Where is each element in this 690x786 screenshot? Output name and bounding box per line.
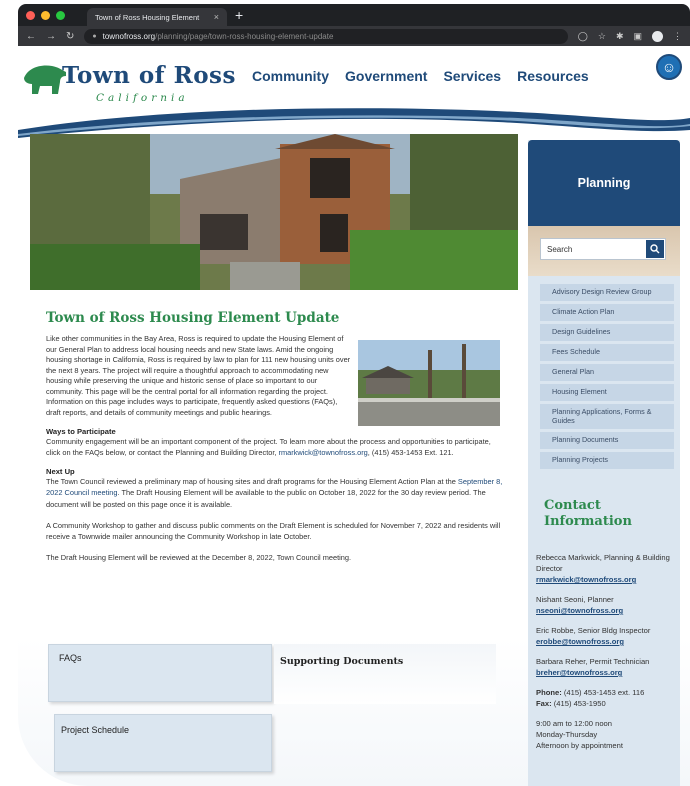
- phone-number: (415) 453-1453 ext. 116: [563, 688, 645, 697]
- hours-line-3: Afternoon by appointment: [536, 741, 623, 750]
- phone-label: Phone:: [536, 688, 562, 697]
- browser-tab[interactable]: Town of Ross Housing Element ×: [87, 8, 227, 26]
- fax-number: (415) 453-1950: [553, 699, 606, 708]
- contact-name: Eric Robbe, Senior Bldg Inspector: [536, 626, 651, 635]
- extensions-icon[interactable]: ✱: [616, 31, 624, 42]
- tab-bar: Town of Ross Housing Element × +: [18, 4, 690, 26]
- hours-line-1: 9:00 am to 12:00 noon: [536, 719, 612, 728]
- reload-icon[interactable]: ↻: [66, 31, 74, 42]
- search-placeholder: Search: [547, 244, 573, 254]
- browser-actions: ◯ ☆ ✱ ▣ ⋮: [578, 30, 682, 42]
- tab-close-icon[interactable]: ×: [214, 12, 219, 22]
- workshop-paragraph: A Community Workshop to gather and discu…: [46, 520, 501, 541]
- nav-community[interactable]: Community: [252, 68, 329, 84]
- intro-paragraph: Like other communities in the Bay Area, …: [46, 334, 351, 417]
- minimize-window-icon[interactable]: [41, 10, 50, 20]
- faqs-accordion[interactable]: FAQs: [48, 644, 272, 702]
- contact-name: Barbara Reher, Permit Technician: [536, 657, 650, 666]
- menu-planning-projects[interactable]: Planning Projects: [540, 452, 674, 470]
- nav-resources[interactable]: Resources: [517, 68, 589, 84]
- menu-advisory-design-review[interactable]: Advisory Design Review Group: [540, 284, 674, 301]
- web-page: Town of Ross California Community Govern…: [18, 46, 690, 786]
- supporting-documents-section: Supporting Documents: [274, 644, 496, 704]
- menu-housing-element[interactable]: Housing Element: [540, 384, 674, 401]
- ways-phone: , (415) 453-1453 Ext. 121.: [367, 448, 454, 458]
- main-content: Town of Ross Housing Element Update Like…: [46, 310, 506, 563]
- browser-chrome: Town of Ross Housing Element × + ← → ↻ ●…: [18, 4, 690, 46]
- contact-heading: Contact Information: [544, 498, 632, 531]
- planning-menu: Advisory Design Review Group Climate Act…: [540, 284, 674, 472]
- phone-fax: Phone: (415) 453-1453 ext. 116 Fax: (415…: [536, 687, 676, 709]
- review-paragraph: The Draft Housing Element will be review…: [46, 552, 352, 562]
- close-window-icon[interactable]: [26, 10, 35, 20]
- url-domain: townofross.org: [102, 31, 156, 41]
- contact-name: Rebecca Markwick, Planning & Building Di…: [536, 553, 670, 573]
- contact-item: Barbara Reher, Permit Technician breher@…: [536, 656, 676, 678]
- street-photo: [358, 340, 500, 426]
- ways-email-link[interactable]: rmarkwick@townofross.org: [279, 448, 368, 457]
- contact-email-link[interactable]: rmarkwick@townofross.org: [536, 575, 636, 584]
- contact-item: Nishant Seoni, Planner nseoni@townofross…: [536, 594, 676, 616]
- contact-email-link[interactable]: breher@townofross.org: [536, 668, 622, 677]
- menu-climate-action-plan[interactable]: Climate Action Plan: [540, 304, 674, 321]
- contact-item: Eric Robbe, Senior Bldg Inspector erobbe…: [536, 625, 676, 647]
- lock-icon: ●: [92, 32, 97, 40]
- contact-email-link[interactable]: erobbe@townofross.org: [536, 637, 624, 646]
- forward-icon[interactable]: →: [46, 31, 56, 42]
- toolbar: ← → ↻ ● townofross.org /planning/page/to…: [18, 26, 690, 46]
- planning-heading: Planning: [528, 140, 680, 226]
- next-up-heading: Next Up: [46, 467, 75, 477]
- profile-avatar[interactable]: [652, 30, 663, 42]
- office-hours: 9:00 am to 12:00 noon Monday-Thursday Af…: [536, 718, 676, 751]
- menu-planning-documents[interactable]: Planning Documents: [540, 432, 674, 450]
- project-schedule-accordion[interactable]: Project Schedule: [54, 714, 272, 772]
- window-controls: [26, 10, 65, 20]
- maximize-window-icon[interactable]: [56, 10, 65, 20]
- nav-services[interactable]: Services: [443, 68, 501, 84]
- bookmark-star-icon[interactable]: ☆: [598, 31, 606, 42]
- url-path: /planning/page/town-ross-housing-element…: [155, 31, 334, 41]
- menu-kebab-icon[interactable]: ⋮: [673, 31, 682, 42]
- sidebar-toggle-icon[interactable]: ▣: [633, 31, 642, 42]
- accessibility-icon[interactable]: ☺: [656, 54, 682, 80]
- share-icon[interactable]: ◯: [578, 31, 588, 42]
- supporting-documents-heading: Supporting Documents: [280, 656, 404, 667]
- logo-title: Town of Ross: [62, 62, 236, 89]
- contact-list: Rebecca Markwick, Planning & Building Di…: [536, 552, 676, 760]
- sidebar: Planning Search Advisory Design Review G…: [528, 140, 680, 786]
- contact-item: Rebecca Markwick, Planning & Building Di…: [536, 552, 676, 585]
- hours-line-2: Monday-Thursday: [536, 730, 598, 739]
- menu-planning-applications[interactable]: Planning Applications, Forms & Guides: [540, 404, 674, 430]
- ways-heading: Ways to Participate: [46, 427, 116, 437]
- contact-heading-line-2: Information: [544, 514, 632, 530]
- address-bar[interactable]: ● townofross.org /planning/page/town-ros…: [84, 28, 568, 44]
- ways-paragraph: Community engagement will be an importan…: [46, 436, 506, 458]
- next-up-paragraph: The Town Council reviewed a preliminary …: [46, 476, 506, 509]
- contact-name: Nishant Seoni, Planner: [536, 595, 614, 604]
- logo-subtitle: California: [96, 92, 189, 104]
- next-text-1: The Town Council reviewed a preliminary …: [46, 477, 456, 487]
- tab-title: Town of Ross Housing Element: [95, 12, 200, 22]
- menu-general-plan[interactable]: General Plan: [540, 364, 674, 381]
- search-icon: [650, 244, 660, 254]
- contact-email-link[interactable]: nseoni@townofross.org: [536, 606, 623, 615]
- back-icon[interactable]: ←: [26, 31, 36, 42]
- new-tab-button[interactable]: +: [235, 7, 243, 23]
- nav-government[interactable]: Government: [345, 68, 427, 84]
- contact-heading-line-1: Contact: [544, 498, 601, 513]
- header-swoosh: [18, 108, 690, 138]
- page-title: Town of Ross Housing Element Update: [46, 310, 340, 326]
- fax-label: Fax:: [536, 699, 552, 708]
- search-input[interactable]: Search: [540, 238, 666, 260]
- menu-design-guidelines[interactable]: Design Guidelines: [540, 324, 674, 341]
- hero-house-image: [30, 134, 518, 290]
- search-button[interactable]: [646, 240, 664, 258]
- main-navigation: Community Government Services Resources: [252, 68, 589, 84]
- menu-fees-schedule[interactable]: Fees Schedule: [540, 344, 674, 361]
